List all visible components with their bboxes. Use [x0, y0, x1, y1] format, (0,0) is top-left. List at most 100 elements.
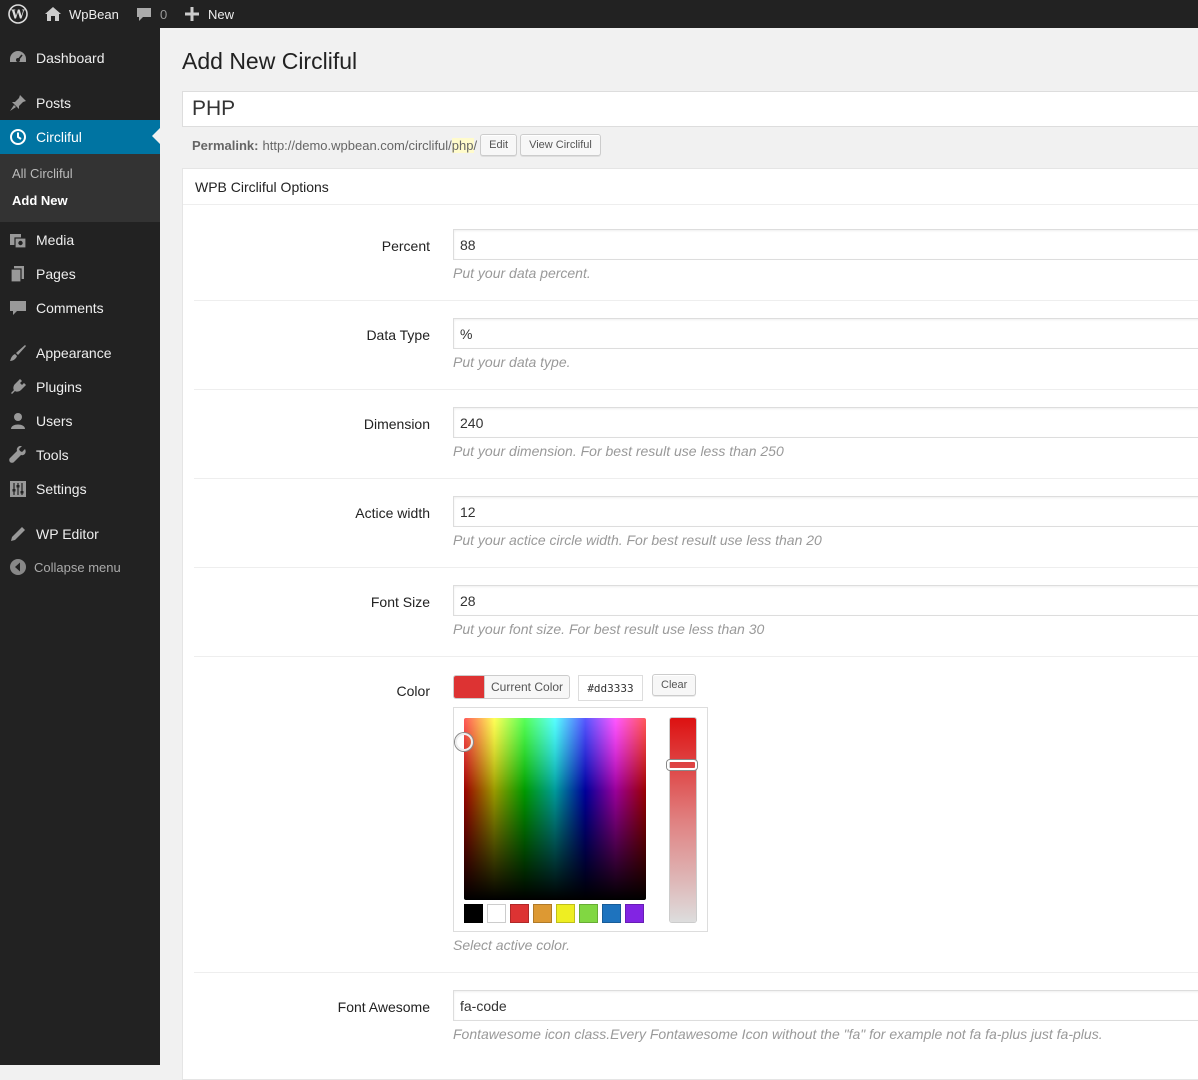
sidebar-item-tools[interactable]: Tools — [0, 438, 160, 472]
site-name-link[interactable]: WpBean — [44, 0, 119, 28]
sidebar-item-label: Circliful — [36, 129, 82, 145]
circliful-submenu: All Circliful Add New — [0, 154, 160, 222]
data-type-input[interactable]: % — [453, 318, 1198, 349]
font-size-input[interactable]: 28 — [453, 585, 1198, 616]
palette-swatch[interactable] — [602, 904, 621, 923]
comment-icon — [0, 299, 36, 317]
home-icon — [45, 7, 61, 21]
color-palette — [464, 904, 648, 923]
active-width-description: Put your actice circle width. For best r… — [453, 532, 822, 548]
permalink-trail: / — [473, 137, 478, 153]
current-color-button[interactable]: Current Color — [453, 675, 571, 699]
clock-icon — [0, 128, 36, 146]
palette-swatch[interactable] — [625, 904, 644, 923]
metabox-title[interactable]: WPB Circliful Options — [183, 169, 1198, 205]
sidebar-item-label: Comments — [36, 300, 104, 316]
sidebar-item-wp-editor[interactable]: WP Editor — [0, 517, 160, 551]
palette-swatch[interactable] — [579, 904, 598, 923]
permalink-label: Permalink: — [192, 137, 259, 153]
font-size-label: Font Size — [370, 594, 430, 610]
comments-link[interactable]: 0 — [136, 0, 167, 28]
font-awesome-label: Font Awesome — [337, 999, 430, 1015]
color-description: Select active color. — [453, 937, 570, 953]
wordpress-logo-icon[interactable]: W — [8, 0, 28, 28]
divider — [194, 656, 1198, 657]
submenu-item-all-circliful[interactable]: All Circliful — [12, 166, 73, 181]
sidebar-item-plugins[interactable]: Plugins — [0, 370, 160, 404]
divider — [194, 389, 1198, 390]
pin-icon — [0, 94, 36, 112]
sidebar-item-label: Pages — [36, 266, 76, 282]
edit-permalink-button[interactable]: Edit — [480, 134, 518, 156]
palette-swatch[interactable] — [533, 904, 552, 923]
comment-icon — [137, 8, 151, 21]
collapse-menu-label: Collapse menu — [34, 559, 121, 575]
new-content-link[interactable]: New — [185, 0, 234, 28]
permalink-row: Permalink: http://demo.wpbean.com/circli… — [192, 133, 601, 157]
active-width-input[interactable]: 12 — [453, 496, 1198, 527]
font-awesome-input[interactable]: fa-code — [453, 990, 1198, 1021]
percent-description: Put your data percent. — [453, 265, 591, 281]
sidebar-item-label: Plugins — [36, 379, 82, 395]
site-name: WpBean — [69, 6, 119, 22]
sidebar-item-users[interactable]: Users — [0, 404, 160, 438]
font-size-description: Put your font size. For best result use … — [453, 621, 765, 637]
comments-count: 0 — [160, 6, 168, 22]
sidebar-item-appearance[interactable]: Appearance — [0, 336, 160, 370]
color-hex-input[interactable]: #dd3333 — [578, 675, 643, 701]
post-title-input[interactable]: PHP — [182, 91, 1198, 127]
main-content: Add New Circliful PHP Permalink: http://… — [160, 28, 1198, 1080]
dashboard-icon — [0, 49, 36, 67]
palette-swatch[interactable] — [556, 904, 575, 923]
clear-color-button[interactable]: Clear — [652, 674, 697, 696]
brush-icon — [0, 344, 36, 362]
dimension-input[interactable]: 240 — [453, 407, 1198, 438]
dimension-description: Put your dimension. For best result use … — [453, 443, 784, 459]
sidebar-item-label: Media — [36, 232, 75, 248]
permalink-slug[interactable]: php — [451, 137, 474, 153]
color-square-handle[interactable] — [455, 733, 473, 751]
color-swatch — [454, 676, 484, 698]
color-picker — [453, 707, 708, 932]
active-width-label: Actice width — [355, 505, 430, 521]
permalink-base: http://demo.wpbean.com/circliful/ — [262, 137, 452, 153]
sliders-icon — [0, 480, 36, 498]
pages-icon — [0, 265, 36, 283]
palette-swatch[interactable] — [510, 904, 529, 923]
sidebar-item-label: WP Editor — [36, 526, 99, 542]
color-square[interactable] — [455, 718, 646, 900]
sidebar-item-label: Tools — [36, 447, 69, 463]
options-metabox: WPB Circliful Options Percent 88 Put you… — [182, 168, 1198, 1080]
page-title: Add New Circliful — [182, 48, 358, 74]
sidebar-item-pages[interactable]: Pages — [0, 257, 160, 291]
submenu-item-add-new[interactable]: Add New — [12, 193, 68, 208]
font-awesome-description: Fontawesome icon class.Every Fontawesome… — [453, 1026, 1103, 1042]
color-strip[interactable] — [667, 718, 697, 922]
data-type-label: Data Type — [366, 327, 430, 343]
sidebar-item-comments[interactable]: Comments — [0, 291, 160, 325]
sidebar-item-label: Dashboard — [36, 50, 105, 66]
pencil-icon — [0, 525, 36, 543]
divider — [194, 567, 1198, 568]
admin-bar: W WpBean 0 New — [0, 0, 1198, 28]
palette-swatch[interactable] — [464, 904, 483, 923]
sidebar-item-media[interactable]: Media — [0, 223, 160, 257]
wrench-icon — [0, 446, 36, 464]
color-strip-handle[interactable] — [667, 760, 697, 770]
sidebar-item-circliful[interactable]: Circliful — [0, 120, 160, 154]
sidebar-item-label: Users — [36, 413, 73, 429]
collapse-arrow-icon — [0, 558, 36, 576]
sidebar-item-posts[interactable]: Posts — [0, 86, 160, 120]
data-type-description: Put your data type. — [453, 354, 571, 370]
admin-sidebar: Dashboard Posts Circliful All Circliful … — [0, 28, 160, 1065]
sidebar-item-label: Posts — [36, 95, 72, 111]
sidebar-item-settings[interactable]: Settings — [0, 472, 160, 506]
plug-icon — [0, 378, 36, 396]
divider — [194, 972, 1198, 973]
percent-input[interactable]: 88 — [453, 229, 1198, 260]
view-circliful-button[interactable]: View Circliful — [520, 134, 601, 156]
svg-text:W: W — [10, 8, 25, 22]
collapse-menu-button[interactable]: Collapse menu — [0, 553, 160, 581]
sidebar-item-dashboard[interactable]: Dashboard — [0, 41, 160, 75]
palette-swatch[interactable] — [487, 904, 506, 923]
